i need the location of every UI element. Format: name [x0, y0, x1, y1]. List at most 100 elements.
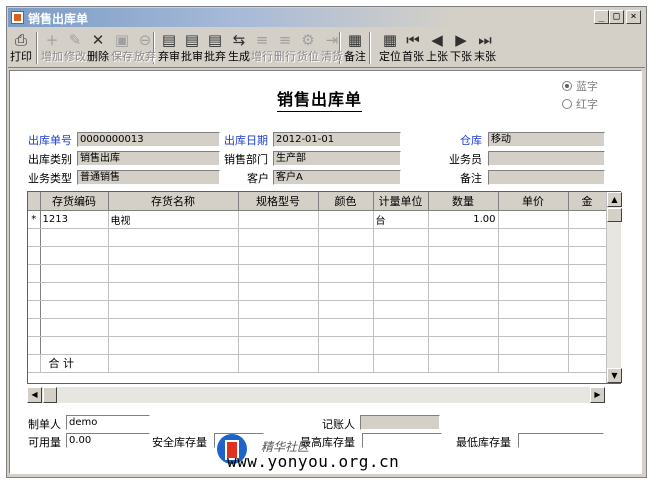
- grid-cell[interactable]: [373, 336, 429, 355]
- grid-cell[interactable]: [40, 300, 109, 319]
- row-header[interactable]: [28, 318, 41, 337]
- horizontal-scroll-thumb[interactable]: [43, 387, 57, 403]
- grid-cell[interactable]: [373, 300, 429, 319]
- grid-cell[interactable]: [568, 246, 607, 265]
- available-field[interactable]: 0.00: [66, 433, 150, 448]
- grid-cell[interactable]: [498, 210, 569, 229]
- grid-cell[interactable]: [568, 318, 607, 337]
- grid-cell[interactable]: [40, 336, 109, 355]
- table-row[interactable]: [28, 336, 607, 355]
- customer-field[interactable]: 客户A: [273, 170, 401, 185]
- scroll-thumb[interactable]: [607, 208, 622, 222]
- grid-cell[interactable]: 1213: [40, 210, 109, 229]
- scroll-left-icon[interactable]: ◀: [27, 387, 42, 403]
- out-type-field[interactable]: 销售出库: [77, 151, 220, 166]
- row-header[interactable]: [28, 300, 41, 319]
- grid-cell[interactable]: [498, 264, 569, 283]
- grid-cell[interactable]: [428, 336, 499, 355]
- grid-cell[interactable]: [40, 228, 109, 247]
- toolbar-button-3[interactable]: ✕ 删除: [87, 30, 109, 66]
- grid-cell[interactable]: 台: [373, 210, 429, 229]
- grid-cell[interactable]: [40, 318, 109, 337]
- dept-field[interactable]: 生产部: [273, 151, 401, 166]
- column-header-6[interactable]: 单价: [498, 192, 569, 211]
- close-button[interactable]: ×: [626, 10, 641, 24]
- grid-cell[interactable]: [238, 264, 319, 283]
- title-bar[interactable]: 销售出库单 _ □ ×: [8, 8, 645, 27]
- toolbar-button-8[interactable]: ▤ 批弃: [204, 30, 226, 66]
- grid-cell[interactable]: [108, 318, 239, 337]
- grid-cell[interactable]: [498, 318, 569, 337]
- biz-type-field[interactable]: 普通销售: [77, 170, 220, 185]
- grid-cell[interactable]: 电视: [108, 210, 239, 229]
- grid-cell[interactable]: [498, 246, 569, 265]
- table-row[interactable]: [28, 300, 607, 319]
- grid-cell[interactable]: [568, 300, 607, 319]
- grid-cell[interactable]: 1.00: [428, 210, 499, 229]
- toolbar-button-5[interactable]: ⊖ 放弃: [134, 30, 156, 66]
- row-header[interactable]: [28, 336, 41, 355]
- maximize-button[interactable]: □: [609, 10, 624, 24]
- grid-cell[interactable]: [498, 336, 569, 355]
- grid-cell[interactable]: [318, 210, 374, 229]
- grid-cell[interactable]: [373, 228, 429, 247]
- min-stock-field[interactable]: [518, 433, 604, 448]
- doc-no-field[interactable]: 0000000013: [77, 132, 220, 147]
- column-header-7[interactable]: 金: [568, 192, 607, 211]
- grid-cell[interactable]: [238, 318, 319, 337]
- table-row[interactable]: * 1213 电视 台 1.00: [28, 210, 607, 229]
- grid-cell[interactable]: [373, 264, 429, 283]
- toolbar-button-0[interactable]: ⎙ 打印: [10, 30, 32, 66]
- row-header[interactable]: *: [28, 210, 41, 229]
- table-row[interactable]: [28, 282, 607, 301]
- grid-cell[interactable]: [108, 300, 239, 319]
- doc-date-field[interactable]: 2012-01-01: [273, 132, 401, 147]
- grid-cell[interactable]: [238, 210, 319, 229]
- scroll-down-icon[interactable]: ▼: [607, 368, 622, 383]
- grid-cell[interactable]: [108, 228, 239, 247]
- horizontal-scrollbar[interactable]: ◀ ▶: [27, 387, 605, 403]
- warehouse-field[interactable]: 移动: [488, 132, 605, 147]
- maker-field[interactable]: demo: [66, 415, 150, 430]
- toolbar-button-19[interactable]: ⏭ 末张: [474, 30, 496, 66]
- grid-cell[interactable]: [568, 264, 607, 283]
- row-header[interactable]: [28, 282, 41, 301]
- grid-cell[interactable]: [318, 246, 374, 265]
- grid-cell[interactable]: [318, 282, 374, 301]
- grid-cell[interactable]: [568, 228, 607, 247]
- table-row[interactable]: [28, 318, 607, 337]
- grid-cell[interactable]: [318, 318, 374, 337]
- grid-cell[interactable]: [428, 318, 499, 337]
- grid-cell[interactable]: [238, 282, 319, 301]
- grid-cell[interactable]: [428, 282, 499, 301]
- grid-cell[interactable]: [568, 336, 607, 355]
- salesman-field[interactable]: [488, 151, 605, 166]
- grid-cell[interactable]: [238, 300, 319, 319]
- toolbar-button-16[interactable]: ⏮ 首张: [402, 30, 424, 66]
- vertical-scrollbar[interactable]: ▲ ▼: [606, 192, 622, 383]
- grid-cell[interactable]: [238, 228, 319, 247]
- grid-cell[interactable]: [373, 282, 429, 301]
- grid-cell[interactable]: [428, 300, 499, 319]
- column-header-5[interactable]: 数量: [428, 192, 499, 211]
- column-header-2[interactable]: 规格型号: [238, 192, 319, 211]
- table-row[interactable]: [28, 246, 607, 265]
- max-stock-field[interactable]: [362, 433, 442, 448]
- toolbar-button-18[interactable]: ▶ 下张: [450, 30, 472, 66]
- bookkeeper-field[interactable]: [360, 415, 440, 430]
- table-row[interactable]: [28, 264, 607, 283]
- grid-cell[interactable]: [238, 246, 319, 265]
- blue-mode-radio[interactable]: 蓝字: [562, 78, 598, 94]
- grid-cell[interactable]: [568, 282, 607, 301]
- grid-cell[interactable]: [428, 228, 499, 247]
- grid-cell[interactable]: [428, 246, 499, 265]
- red-mode-radio[interactable]: 红字: [562, 96, 598, 112]
- grid-cell[interactable]: [498, 300, 569, 319]
- toolbar-button-12[interactable]: ⚙ 货位: [297, 30, 319, 66]
- scroll-right-icon[interactable]: ▶: [590, 387, 605, 403]
- grid-cell[interactable]: [40, 246, 109, 265]
- grid-cell[interactable]: [318, 264, 374, 283]
- grid-cell[interactable]: [318, 336, 374, 355]
- toolbar-button-17[interactable]: ◀ 上张: [426, 30, 448, 66]
- grid-cell[interactable]: [40, 264, 109, 283]
